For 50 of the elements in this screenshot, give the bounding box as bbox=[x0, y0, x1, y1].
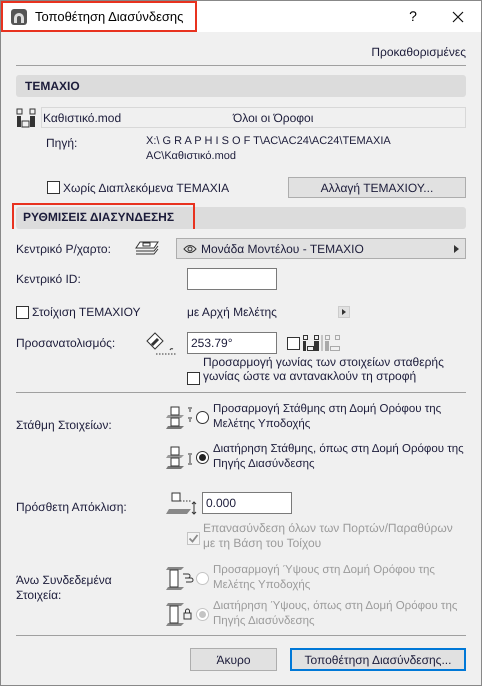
source-path: X:\ G R A P H I S O F T\AC\AC24\AC24\ΤΕΜΑΧΙΑ AC\Καθιστικό.mod bbox=[146, 134, 392, 164]
field-label: Άνω Συνδεδεμένα Στοιχεία: bbox=[16, 573, 113, 604]
section-title: ΡΥΘΜΙΣΕΙΣ ΔΙΑΣΥΝΔΕΣΗΣ bbox=[12, 203, 195, 229]
eye-icon bbox=[183, 244, 197, 254]
field-label: Στάθμη Στοιχείων: bbox=[16, 417, 113, 434]
checkbox-label: Προσαρμογή γωνίας των στοιχείων σταθερής γωνίας ώστε να αντανακλούν τη στροφή bbox=[203, 355, 445, 383]
field-label: Πρόσθετη Απόκλιση: bbox=[16, 499, 128, 516]
align-target: με Αρχή Μελέτης bbox=[187, 304, 278, 321]
module-floors: Όλοι οι Όροφοι bbox=[233, 110, 314, 126]
rotation-icon bbox=[144, 331, 178, 355]
locked-height-icon bbox=[166, 600, 194, 628]
app-icon bbox=[11, 8, 27, 24]
field-label: Κεντρικό Ρ/χαρτο: bbox=[16, 240, 112, 258]
module-name: Καθιστικό.mod bbox=[43, 110, 122, 126]
checkbox[interactable] bbox=[16, 306, 29, 318]
level-icon bbox=[166, 444, 194, 470]
help-button[interactable]: ? bbox=[391, 1, 435, 32]
field-label: Προσανατολισμός: bbox=[16, 335, 116, 352]
module-icon bbox=[16, 108, 36, 128]
layer-select[interactable]: Μονάδα Μοντέλου - ΤΕΜΑΧΙΟ bbox=[176, 238, 466, 259]
checkbox[interactable] bbox=[187, 372, 200, 385]
radio-label: Προσαρμογή Ύψους στη Δομή Ορόφου της Μελέτης Υποδοχής bbox=[213, 563, 436, 593]
window-title: Τοποθέτηση Διασύνδεσης bbox=[35, 8, 184, 26]
close-icon bbox=[452, 10, 464, 22]
level-icon bbox=[166, 404, 194, 430]
radio-label: Διατήρηση Ύψους, όπως στη Δομή Ορόφου της Πηγής Διασύνδεσης bbox=[213, 599, 458, 629]
master-id-field[interactable] bbox=[187, 268, 277, 290]
checkbox[interactable] bbox=[287, 336, 300, 350]
checkbox-label: Στοίχιση ΤΕΜΑΧΙΟΥ bbox=[32, 304, 141, 321]
offset-field[interactable]: 0.000 bbox=[202, 492, 292, 514]
orientation-field[interactable]: 253.79° bbox=[187, 332, 277, 354]
source-label: Πηγή: bbox=[46, 135, 78, 152]
radio-button[interactable] bbox=[196, 450, 209, 464]
radio-button[interactable] bbox=[196, 410, 209, 424]
linked-height-icon bbox=[166, 564, 194, 592]
presets-link[interactable]: Προκαθορισμένες bbox=[371, 43, 466, 61]
mirror-icon bbox=[303, 335, 341, 351]
checkbox[interactable] bbox=[47, 181, 60, 194]
field-label: Κεντρικό ID: bbox=[16, 271, 82, 288]
checkbox-label: Χωρίς Διαπλεκόμενα ΤΕΜΑΧΙΑ bbox=[63, 180, 230, 196]
place-button[interactable]: Τοποθέτηση Διασύνδεσης... bbox=[290, 648, 466, 671]
radio-label: Προσαρμογή Στάθμης στη Δομή Ορόφου της Μελέτης Υποδοχής bbox=[213, 402, 442, 432]
caret-icon bbox=[454, 244, 459, 252]
radio-label: Διατήρηση Στάθμης, όπως στη Δομή Ορόφου της Πηγής Διασύνδεσης bbox=[213, 442, 465, 472]
align-menu-button[interactable] bbox=[338, 306, 350, 318]
caret-icon bbox=[342, 309, 346, 315]
change-module-button[interactable]: Αλλαγή ΤΕΜΑΧΙΟΥ... bbox=[288, 177, 466, 198]
section-header: ΤΕΜΑΧΙΟ bbox=[16, 75, 466, 97]
checkbox-label: Επανασύνδεση όλων των Πορτών/Παραθύρων με τη Βάση του Τοίχου bbox=[203, 521, 454, 551]
cancel-button[interactable]: Άκυρο bbox=[190, 648, 277, 671]
